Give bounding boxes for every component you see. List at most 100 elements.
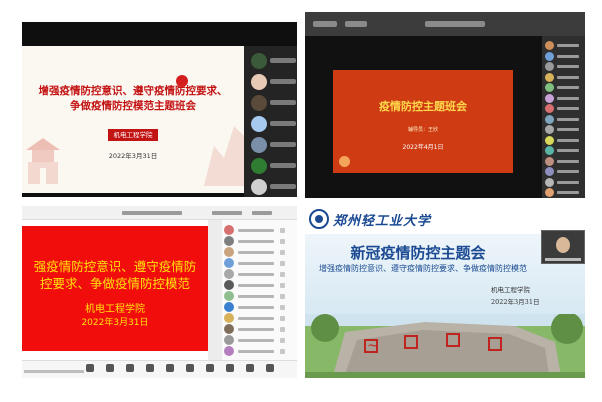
participant-name <box>270 100 296 105</box>
avatar <box>545 104 554 113</box>
participant-row[interactable] <box>545 187 583 198</box>
participant-row[interactable] <box>545 135 583 146</box>
participant-row[interactable] <box>545 72 583 83</box>
participant-name <box>557 44 579 47</box>
meeting-screenshot-1: 增强疫情防控意识、遵守疫情防控要求、 争做疫情防控模范主题班会 机电工程学院 2… <box>22 22 297 197</box>
participant-name <box>270 79 296 84</box>
participant-tile[interactable] <box>247 71 297 94</box>
party-emblem-icon <box>176 75 188 87</box>
mic-icon[interactable] <box>280 261 285 266</box>
toolbar-item[interactable] <box>345 21 367 27</box>
avatar <box>545 188 554 197</box>
participant-name <box>557 170 579 173</box>
slide-title-line-2: 控要求、争做疫情防控模范 <box>39 276 190 291</box>
participant-name <box>557 128 579 131</box>
participant-name <box>270 58 296 63</box>
toolbar-button[interactable] <box>126 364 134 372</box>
mic-icon[interactable] <box>280 283 285 288</box>
mic-icon[interactable] <box>280 250 285 255</box>
avatar <box>545 93 554 103</box>
participant-name <box>270 184 296 189</box>
participant-tile[interactable] <box>247 134 297 157</box>
participant-row[interactable] <box>545 40 583 51</box>
toolbar-button[interactable] <box>226 364 234 372</box>
mic-icon[interactable] <box>280 338 285 343</box>
window-titlebar <box>22 206 297 220</box>
participant-name <box>557 191 579 194</box>
camera-strip <box>208 220 222 360</box>
participant-row[interactable] <box>545 166 583 177</box>
participant-row[interactable] <box>545 51 583 62</box>
mic-icon[interactable] <box>280 294 285 299</box>
participant-row[interactable] <box>545 82 583 93</box>
avatar <box>545 72 554 82</box>
avatar <box>251 179 267 195</box>
participant-panel <box>244 46 297 197</box>
avatar <box>251 116 267 132</box>
participant-row[interactable] <box>545 103 583 114</box>
slide-title: 疫情防控主题班会 <box>379 100 467 113</box>
meeting-screenshot-2: 疫情防控主题班会 辅导员：王欣 2022年4月1日 <box>305 12 585 198</box>
avatar <box>224 269 234 279</box>
toolbar-button[interactable] <box>106 364 114 372</box>
participant-name <box>557 159 579 163</box>
mic-icon[interactable] <box>280 272 285 277</box>
participant-row[interactable] <box>545 124 583 135</box>
avatar <box>224 302 234 312</box>
toolbar-button[interactable] <box>166 364 174 372</box>
toolbar-button[interactable] <box>186 364 194 372</box>
presenter-avatar <box>556 237 570 253</box>
toolbar-button[interactable] <box>146 364 154 372</box>
avatar <box>251 53 267 69</box>
presenter-label <box>545 258 581 261</box>
avatar <box>224 258 234 268</box>
slide-title-line-1: 增强疫情防控意识、遵守疫情防控要求、 <box>38 85 228 97</box>
mic-icon[interactable] <box>280 305 285 310</box>
participant-tile[interactable] <box>247 176 297 197</box>
mic-icon[interactable] <box>280 316 285 321</box>
slide-date: 2022年3月31日 <box>491 298 540 306</box>
participant-tile[interactable] <box>247 113 297 136</box>
presenter-camera[interactable] <box>541 230 585 264</box>
avatar <box>545 177 554 187</box>
participant-row[interactable] <box>545 93 583 104</box>
participant-row[interactable] <box>545 156 583 167</box>
mic-icon[interactable] <box>280 349 285 354</box>
mic-icon[interactable] <box>280 239 285 244</box>
participant-row[interactable] <box>545 61 583 72</box>
toolbar-button[interactable] <box>206 364 214 372</box>
meeting-toolbar <box>22 360 297 378</box>
campus-stone-photo: ~ <box>305 314 585 378</box>
participant-name <box>238 306 274 309</box>
participant-row[interactable] <box>545 177 583 188</box>
avatar <box>224 291 234 301</box>
slide-date: 2022年3月31日 <box>108 152 158 160</box>
participant-row[interactable] <box>224 345 294 357</box>
slide-presenter: 辅导员：王欣 <box>407 127 438 133</box>
participant-name <box>557 138 579 142</box>
participant-tile[interactable] <box>247 50 297 73</box>
avatar <box>251 137 267 153</box>
toolbar-button[interactable] <box>266 364 274 372</box>
participant-row[interactable] <box>545 114 583 125</box>
participant-row[interactable] <box>545 145 583 156</box>
avatar <box>251 158 267 174</box>
toolbar-button[interactable] <box>246 364 254 372</box>
toolbar-item[interactable] <box>252 211 272 215</box>
mic-icon[interactable] <box>280 327 285 332</box>
participant-name <box>270 142 296 147</box>
avatar <box>545 83 554 92</box>
avatar <box>251 95 267 111</box>
toolbar-item[interactable] <box>313 21 337 27</box>
slide-title-line-1: 强疫情防控意识、遵守疫情防 <box>33 259 197 274</box>
avatar <box>224 346 234 356</box>
mic-icon[interactable] <box>280 228 285 233</box>
participant-tile[interactable] <box>247 155 297 178</box>
avatar <box>545 51 554 61</box>
participant-name <box>238 229 274 232</box>
participant-tile[interactable] <box>247 92 297 115</box>
participant-name <box>270 163 296 168</box>
toolbar-button[interactable] <box>86 364 94 372</box>
screen-share-area: 疫情防控主题班会 辅导员：王欣 2022年4月1日 <box>305 36 542 198</box>
toolbar-item[interactable] <box>212 211 242 215</box>
